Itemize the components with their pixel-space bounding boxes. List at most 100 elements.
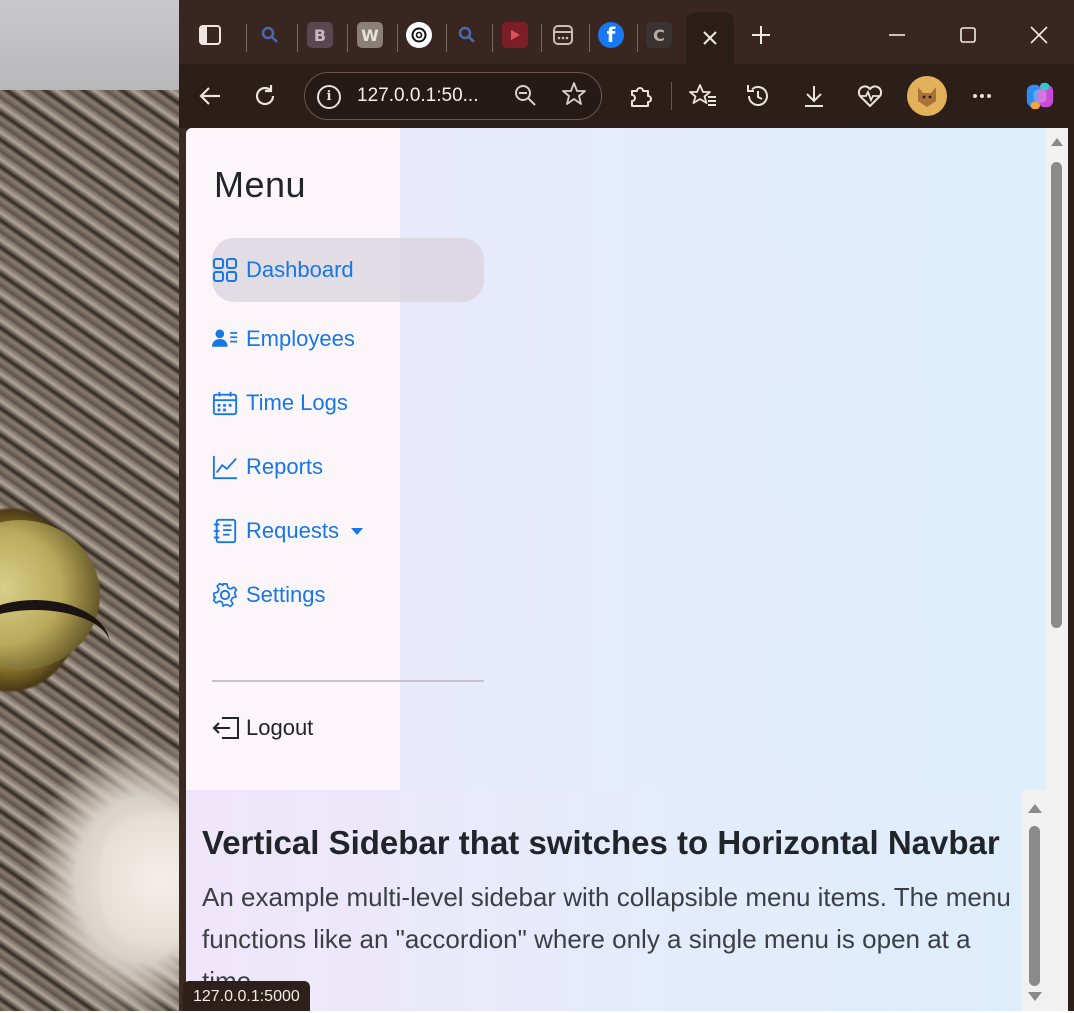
link-status-tooltip: 127.0.0.1:5000 [183,981,310,1011]
sidebar-title: Menu [214,164,307,205]
gear-icon [212,582,238,608]
puzzle-icon [631,87,652,107]
info-icon[interactable]: i [317,85,341,109]
w-glyph: W [361,25,379,45]
w-icon[interactable]: W [357,22,383,48]
minimize-icon [889,34,905,36]
sidebar-item-reports[interactable]: Reports [212,435,484,499]
app-icon[interactable] [550,22,576,48]
chevron-down-icon [350,527,363,535]
tab-separator [541,24,542,52]
page-scrollbar[interactable] [1046,128,1068,1011]
tab-separator [492,24,493,52]
people-list-icon [212,326,238,352]
profile-avatar[interactable] [907,76,947,116]
logout-link[interactable]: Logout [212,708,313,748]
minimize-button[interactable] [880,20,914,50]
maximize-button[interactable] [951,20,985,50]
content-scrollbar[interactable] [1022,790,1046,1011]
plus-icon [752,26,770,44]
notebook-icon [212,518,238,544]
wallpaper-sky [0,0,180,90]
tab-separator [347,24,348,52]
sidebar-icon[interactable] [197,22,223,48]
youtube-icon[interactable] [502,22,528,48]
facebook-glyph: f [606,23,616,47]
bootstrap-icon[interactable]: B [307,22,333,48]
search-icon[interactable] [454,22,480,48]
back-button[interactable] [194,80,226,112]
desktop-wallpaper [0,0,180,1011]
history-button[interactable] [742,80,774,112]
tab-separator [589,24,590,52]
search-icon[interactable] [257,22,283,48]
scroll-down-arrow-icon[interactable] [1028,992,1042,1001]
copilot-icon [1026,82,1054,110]
scroll-up-arrow-icon[interactable] [1051,138,1063,146]
scroll-thumb[interactable] [1051,162,1062,628]
sidebar-item-label: Employees [246,326,355,351]
tab-strip: B W f C [179,0,1074,64]
history-icon [747,85,768,106]
page-viewport: Menu Dashboard Employees Time Logs Repor… [186,128,1074,1011]
sidebar-item-time-logs[interactable]: Time Logs [212,371,484,435]
toolbar-separator [671,82,672,110]
sidebar-item-label: Requests [246,518,339,543]
browser-essentials-button[interactable] [854,80,886,112]
favorite-star-icon[interactable] [561,81,587,107]
window-close-button[interactable] [1022,20,1056,50]
maximize-icon [960,27,976,43]
sidebar: Menu Dashboard Employees Time Logs Repor… [186,128,484,790]
sidebar-item-label: Settings [246,582,326,607]
active-tab-close-button[interactable] [686,12,734,64]
refresh-icon [255,85,275,106]
sidebar-item-label: Time Logs [246,390,348,415]
close-icon [703,31,717,45]
web-page: Menu Dashboard Employees Time Logs Repor… [186,128,1046,1011]
sidebar-item-employees[interactable]: Employees [212,307,484,371]
scroll-thumb[interactable] [1029,826,1040,986]
more-dots-icon [973,94,991,98]
favorites-button[interactable] [687,80,719,112]
zoom-out-icon[interactable] [513,83,537,107]
sidebar-item-dashboard[interactable]: Dashboard [212,238,484,302]
main-content: Vertical Sidebar that switches to Horizo… [186,790,1022,1011]
extensions-button[interactable] [624,80,656,112]
cat-muzzle [100,800,180,960]
back-arrow-icon [199,87,220,105]
openai-icon[interactable] [406,22,432,48]
grid-icon [212,257,238,283]
sidebar-item-settings[interactable]: Settings [212,563,484,627]
page-description: An example multi-level sidebar with coll… [202,882,1011,996]
favorites-icon [689,84,716,106]
copilot-button[interactable] [1024,80,1056,112]
downloads-button[interactable] [798,80,830,112]
reload-button[interactable] [249,80,281,112]
more-menu-button[interactable] [966,80,998,112]
bootstrap-glyph: B [313,25,327,45]
tab-separator [397,24,398,52]
scroll-up-arrow-icon[interactable] [1028,804,1042,813]
c-glyph: C [653,25,665,45]
logout-icon [212,715,242,741]
tab-separator [297,24,298,52]
page-heading: Vertical Sidebar that switches to Horizo… [202,824,1000,861]
sidebar-item-label: Dashboard [246,257,354,282]
facebook-icon[interactable]: f [598,22,624,48]
sidebar-item-requests[interactable]: Requests [212,499,484,563]
download-icon [805,86,823,107]
close-icon [1030,26,1048,44]
sidebar-divider [212,680,484,682]
tab-separator [246,24,247,52]
address-url[interactable]: 127.0.0.1:50... [357,85,479,107]
cat-avatar-icon [918,87,936,107]
calendar-icon [212,390,238,416]
address-bar[interactable]: i 127.0.0.1:50... [304,72,602,120]
chart-line-icon [212,454,238,480]
tab-separator [637,24,638,52]
browser-toolbar: i 127.0.0.1:50... [179,64,1074,128]
tab-separator [446,24,447,52]
c-icon[interactable]: C [646,22,672,48]
logout-label: Logout [246,715,314,740]
new-tab-button[interactable] [744,20,778,50]
